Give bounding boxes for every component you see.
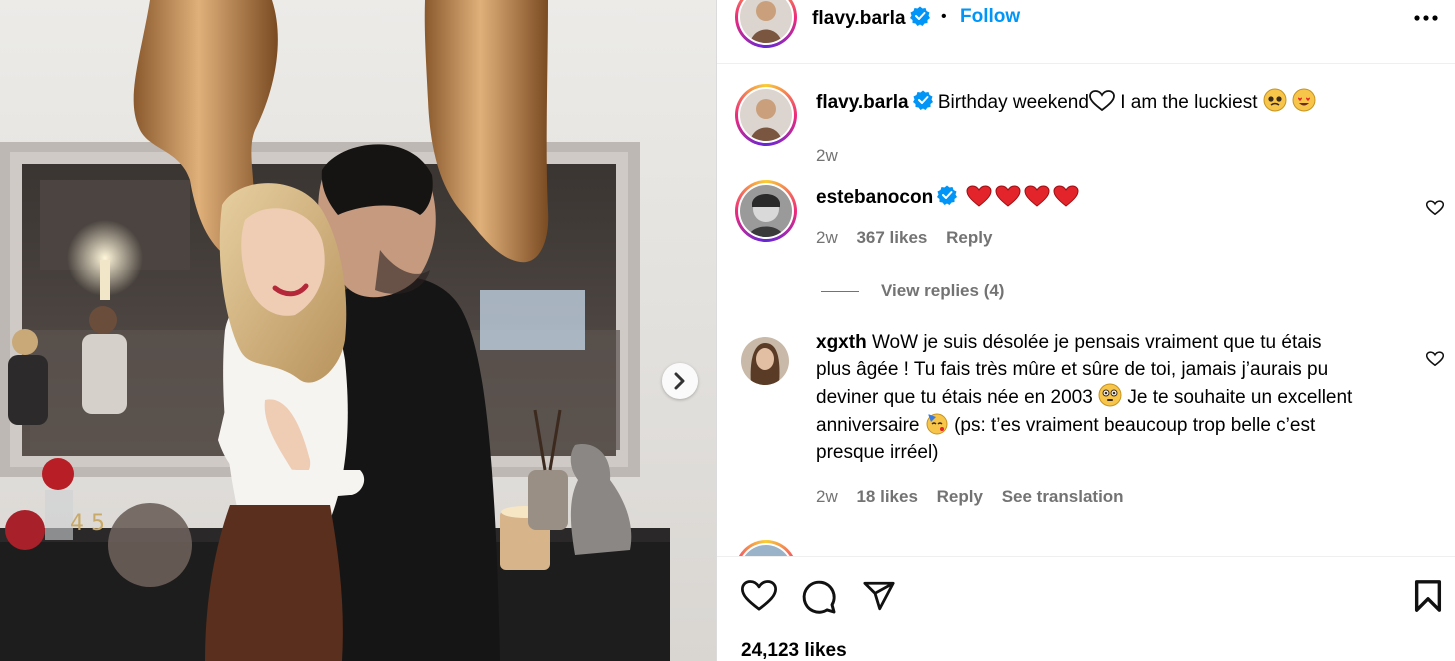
caption-row: flavy.barla Birthday weekend I am the lu… bbox=[717, 82, 1455, 165]
red-heart-icon bbox=[1024, 185, 1050, 207]
photo-illustration: 4 5 bbox=[0, 0, 716, 661]
comment-meta: 2w 367 likes Reply bbox=[816, 228, 1006, 248]
next-commenter-avatar[interactable] bbox=[735, 540, 797, 556]
avatar-photo bbox=[740, 0, 792, 43]
comment-meta: 2w 18 likes Reply See translation bbox=[816, 487, 1138, 507]
avatar-photo bbox=[740, 89, 792, 141]
author-avatar[interactable] bbox=[735, 0, 797, 48]
reply-button[interactable]: Reply bbox=[946, 228, 992, 247]
avatar-photo bbox=[740, 185, 792, 237]
partying-face-icon bbox=[926, 413, 948, 435]
comment-line: (ps: t’es vraiment beaucoup trop belle c… bbox=[954, 415, 1316, 436]
red-hearts bbox=[962, 185, 1079, 208]
caption-time: 2w bbox=[816, 146, 838, 165]
white-heart-icon bbox=[1089, 90, 1115, 112]
post-side-panel: flavy.barla • Follow flavy.barla Birthda… bbox=[716, 0, 1455, 661]
caption-author-avatar[interactable] bbox=[735, 84, 797, 146]
comment-username[interactable]: estebanocon bbox=[816, 187, 933, 208]
heart-outline-icon[interactable] bbox=[741, 579, 777, 613]
view-replies-button[interactable]: View replies (4) bbox=[821, 281, 1004, 301]
commenter-avatar[interactable] bbox=[735, 180, 797, 242]
pleading-face-icon bbox=[1263, 88, 1287, 112]
avatar-photo bbox=[741, 337, 789, 385]
see-translation-button[interactable]: See translation bbox=[1002, 487, 1124, 506]
author-username-link[interactable]: flavy.barla bbox=[812, 6, 930, 30]
comment-line: plus âgée ! Tu fais très mûre et sûre de… bbox=[816, 359, 1329, 380]
comment-line: deviner que tu étais née en 2003 bbox=[816, 387, 1093, 408]
caption-username[interactable]: flavy.barla bbox=[816, 92, 909, 113]
verified-badge-icon bbox=[909, 6, 930, 26]
replies-divider bbox=[821, 291, 859, 293]
comments-list[interactable]: flavy.barla Birthday weekend I am the lu… bbox=[717, 64, 1455, 556]
comment-line: anniversaire bbox=[816, 415, 920, 436]
red-heart-icon bbox=[1053, 185, 1079, 207]
verified-badge-icon bbox=[912, 90, 933, 110]
comment-like-icon[interactable] bbox=[1426, 200, 1444, 216]
caption-text: flavy.barla Birthday weekend I am the lu… bbox=[816, 88, 1316, 116]
post-likes-count[interactable]: 24,123 likes bbox=[741, 640, 847, 661]
comment-likes[interactable]: 367 likes bbox=[856, 228, 927, 247]
comment-line: Je te souhaite un excellent bbox=[1127, 387, 1353, 408]
comment-text: xgxth WoW je suis désolée je pensais vra… bbox=[816, 329, 1376, 466]
svg-text:4 5: 4 5 bbox=[70, 511, 105, 536]
comment-time: 2w bbox=[816, 487, 838, 506]
follow-button[interactable]: Follow bbox=[960, 6, 1020, 28]
view-replies-label: View replies (4) bbox=[881, 281, 1005, 300]
more-options-icon[interactable] bbox=[1414, 14, 1438, 22]
comment-line: WoW je suis désolée je pensais vraiment … bbox=[871, 332, 1322, 353]
share-icon[interactable] bbox=[861, 579, 897, 613]
comment-item: estebanocon 2w 367 likes Reply View repl… bbox=[717, 178, 1455, 308]
bookmark-icon[interactable] bbox=[1413, 579, 1443, 613]
separator-dot: • bbox=[941, 8, 947, 25]
comment-username[interactable]: xgxth bbox=[816, 332, 867, 353]
post-header: flavy.barla • Follow bbox=[717, 0, 1455, 64]
caption-body: Birthday weekend bbox=[937, 92, 1089, 113]
author-username: flavy.barla bbox=[812, 8, 906, 29]
red-heart-icon bbox=[995, 185, 1021, 207]
flushed-face-icon bbox=[1098, 383, 1122, 407]
comment-line: presque irréel) bbox=[816, 442, 939, 463]
comment-like-icon[interactable] bbox=[1426, 351, 1444, 367]
comment-item: xgxth WoW je suis désolée je pensais vra… bbox=[717, 332, 1455, 512]
chevron-right-icon bbox=[674, 372, 685, 390]
next-photo-button[interactable] bbox=[662, 363, 698, 399]
comment-likes[interactable]: 18 likes bbox=[856, 487, 917, 506]
heart-eyes-icon bbox=[1292, 88, 1316, 112]
red-heart-icon bbox=[966, 185, 992, 207]
reply-button[interactable]: Reply bbox=[937, 487, 983, 506]
post-photo: 4 5 bbox=[0, 0, 716, 661]
comment-text: estebanocon bbox=[816, 184, 1079, 211]
verified-badge-icon bbox=[937, 185, 958, 205]
commenter-avatar[interactable] bbox=[741, 337, 789, 385]
comment-time: 2w bbox=[816, 228, 838, 247]
caption-body-2: I am the luckiest bbox=[1120, 92, 1258, 113]
comment-icon[interactable] bbox=[801, 579, 837, 615]
